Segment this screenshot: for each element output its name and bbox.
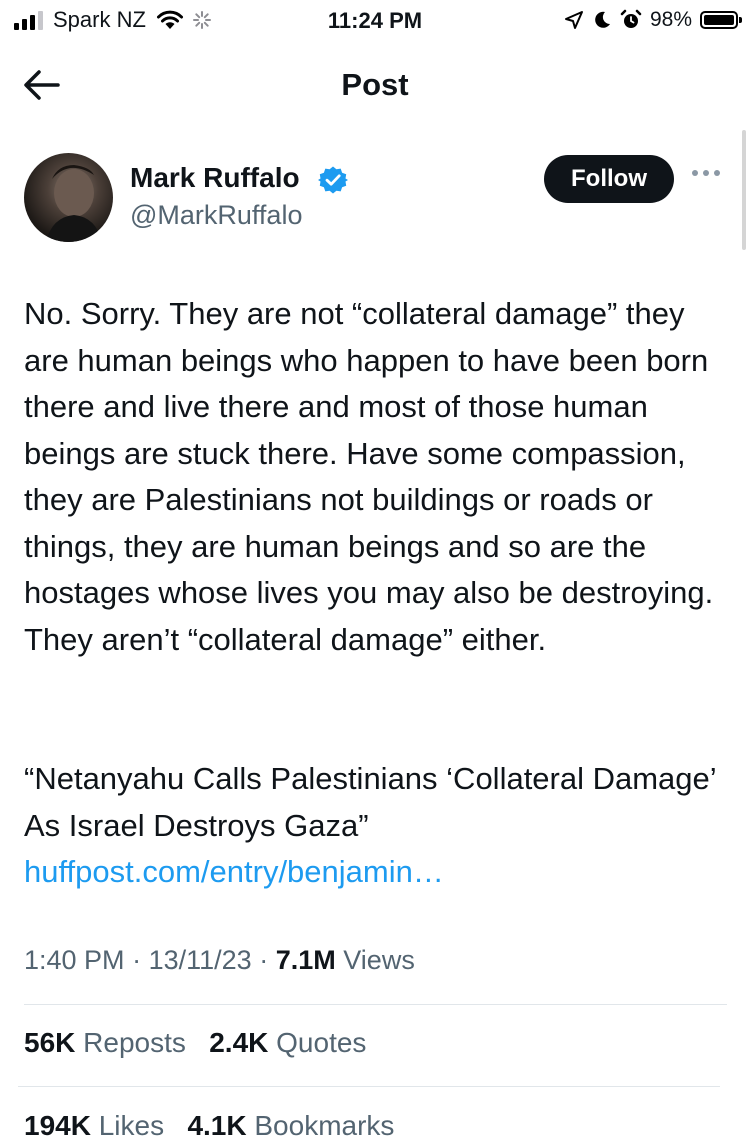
post-time: 1:40 PM <box>24 945 125 975</box>
divider <box>18 1086 720 1087</box>
likes-stat[interactable]: 194K Likes <box>24 1110 164 1141</box>
stats-row-likes-bookmarks: 194K Likes 4.1K Bookmarks <box>24 1110 394 1142</box>
reposts-stat[interactable]: 56K Reposts <box>24 1027 186 1058</box>
likes-label: Likes <box>98 1110 165 1141</box>
battery-icon <box>700 11 742 29</box>
quotes-stat[interactable]: 2.4K Quotes <box>209 1027 366 1058</box>
tweet-quote-block: “Netanyahu Calls Palestinians ‘Collatera… <box>24 756 724 896</box>
quotes-count: 2.4K <box>209 1027 269 1058</box>
battery-percent: 98% <box>649 8 692 31</box>
scrollbar[interactable] <box>742 130 746 250</box>
post-header: Post <box>0 60 750 110</box>
reposts-count: 56K <box>24 1027 76 1058</box>
tweet-quote-headline: “Netanyahu Calls Palestinians ‘Collatera… <box>24 761 716 843</box>
article-link[interactable]: huffpost.com/entry/benjamin… <box>24 854 444 889</box>
tweet-paragraph: No. Sorry. They are not “collateral dama… <box>24 296 714 657</box>
post-meta: 1:40 PM · 13/11/23 · 7.1M Views <box>24 945 415 976</box>
moon-icon <box>595 11 610 28</box>
follow-button[interactable]: Follow <box>544 155 674 203</box>
status-bar: Spark NZ 11:24 PM 98% <box>0 0 750 44</box>
more-options-icon[interactable] <box>692 170 720 176</box>
author-name[interactable]: Mark Ruffalo <box>130 162 300 194</box>
quotes-label: Quotes <box>276 1027 367 1058</box>
stats-row-reposts-quotes: 56K Reposts 2.4K Quotes <box>24 1027 366 1059</box>
verified-badge-icon <box>318 166 348 194</box>
location-arrow-icon <box>564 11 583 29</box>
status-right-group: 98% <box>564 8 742 32</box>
post-date: 13/11/23 <box>148 945 252 975</box>
reposts-label: Reposts <box>83 1027 186 1058</box>
tweet-text: No. Sorry. They are not “collateral dama… <box>24 291 724 663</box>
meta-separator: · <box>259 945 269 975</box>
meta-separator: · <box>132 945 142 975</box>
alarm-icon <box>620 9 642 28</box>
views-count: 7.1M <box>275 945 336 975</box>
divider <box>24 1004 727 1005</box>
avatar[interactable] <box>24 153 113 242</box>
likes-count: 194K <box>24 1110 91 1141</box>
author-handle[interactable]: @MarkRuffalo <box>130 200 302 231</box>
bookmarks-count: 4.1K <box>187 1110 247 1141</box>
page-title: Post <box>341 67 409 102</box>
bookmarks-stat[interactable]: 4.1K Bookmarks <box>187 1110 394 1141</box>
bookmarks-label: Bookmarks <box>254 1110 395 1141</box>
views-label: Views <box>343 945 415 975</box>
